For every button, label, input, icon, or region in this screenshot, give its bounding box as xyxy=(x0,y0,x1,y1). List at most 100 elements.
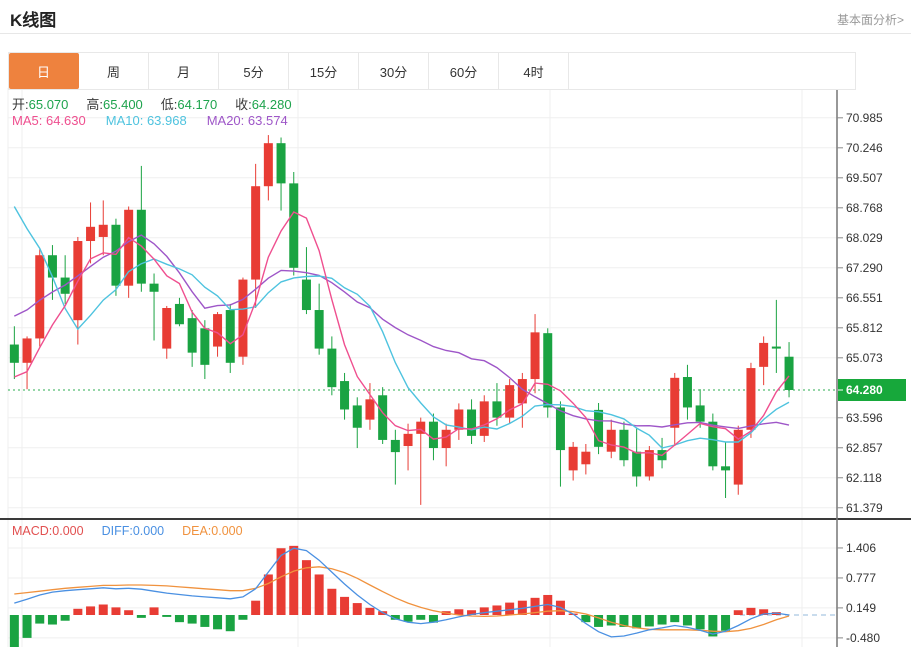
low-readout: 低:64.170 xyxy=(161,94,217,113)
candle xyxy=(416,418,425,505)
macd-bar xyxy=(175,615,184,622)
candle xyxy=(23,336,32,389)
candle xyxy=(61,255,70,304)
macd-bar xyxy=(23,615,32,638)
candle xyxy=(759,336,768,385)
tab-15分[interactable]: 15分 xyxy=(289,53,359,89)
macd-bar xyxy=(226,615,235,631)
candle xyxy=(213,312,222,357)
macd-bar xyxy=(188,615,197,624)
kline-chart[interactable]: 70.98570.24669.50768.76868.02967.29066.5… xyxy=(0,88,911,647)
candle xyxy=(518,373,527,428)
candle xyxy=(289,172,298,276)
candle xyxy=(467,399,476,444)
macd-legend: MACD:0.000 DIFF:0.000 DEA:0.000 xyxy=(12,524,243,538)
macd-bar xyxy=(213,615,222,629)
ma10-readout: MA10: 63.968 xyxy=(106,113,187,128)
tab-周[interactable]: 周 xyxy=(79,53,149,89)
candle xyxy=(162,306,171,359)
dea-readout: DEA:0.000 xyxy=(182,524,242,538)
axis-tick-label: -0.480 xyxy=(846,631,880,645)
axis-tick-label: 69.507 xyxy=(846,171,883,185)
macd-bar xyxy=(111,607,120,615)
ohlc-readout: 开:65.070 高:65.400 低:64.170 收:64.280 xyxy=(12,94,292,113)
axis-tick-label: 62.118 xyxy=(846,471,882,485)
candle xyxy=(581,444,590,474)
macd-bar xyxy=(73,609,82,615)
macd-pane xyxy=(10,546,836,647)
axis-tick-label: 0.777 xyxy=(846,571,876,585)
ma20-readout: MA20: 63.574 xyxy=(207,113,288,128)
axis-tick-label: 0.149 xyxy=(846,601,876,615)
close-value: 64.280 xyxy=(252,97,292,112)
macd-bar xyxy=(162,615,171,617)
candle xyxy=(772,300,781,373)
axis-tick-label: 70.985 xyxy=(846,111,883,125)
candle xyxy=(785,342,794,397)
ma20-value: 63.574 xyxy=(248,113,288,128)
tab-月[interactable]: 月 xyxy=(149,53,219,89)
candle xyxy=(150,273,159,340)
current-price-tag: 64.280 xyxy=(838,379,906,401)
macd-bar xyxy=(315,574,324,615)
macd-bar xyxy=(124,610,133,615)
candle xyxy=(708,414,717,471)
ma10-value: 63.968 xyxy=(147,113,187,128)
macd-bar xyxy=(10,615,19,647)
axis-tick-label: 66.551 xyxy=(846,291,883,305)
header-divider xyxy=(0,33,911,34)
macd-bar xyxy=(35,615,44,624)
tab-30分[interactable]: 30分 xyxy=(359,53,429,89)
dea-value: 0.000 xyxy=(211,524,242,538)
macd-bar xyxy=(721,615,730,631)
candle xyxy=(442,424,451,467)
candle xyxy=(10,326,19,379)
macd-readout: MACD:0.000 xyxy=(12,524,84,538)
candle xyxy=(454,403,463,440)
axis-tick-label: 68.768 xyxy=(846,201,883,215)
open-readout: 开:65.070 xyxy=(12,94,68,113)
axis-tick-label: 65.812 xyxy=(846,321,883,335)
ma5-label: MA5: xyxy=(12,113,42,128)
macd-bar xyxy=(327,589,336,615)
macd-bar xyxy=(365,608,374,615)
axis-tick-label: 1.406 xyxy=(846,541,876,555)
macd-bar xyxy=(277,548,286,615)
macd-bar xyxy=(264,574,273,615)
timeframe-tab-bar[interactable]: 日周月5分15分30分60分4时 xyxy=(8,52,856,90)
candle xyxy=(670,373,679,446)
macd-value: 0.000 xyxy=(52,524,83,538)
axis-tick-label: 67.290 xyxy=(846,261,883,275)
ma20-label: MA20: xyxy=(207,113,245,128)
close-label: 收: xyxy=(235,97,252,112)
candle xyxy=(264,135,273,200)
candle xyxy=(645,446,654,481)
macd-bar xyxy=(683,615,692,625)
axis-tick-label: 61.379 xyxy=(846,501,883,515)
candle xyxy=(721,442,730,498)
tab-日[interactable]: 日 xyxy=(9,53,79,89)
macd-bar xyxy=(150,607,159,615)
tab-5分[interactable]: 5分 xyxy=(219,53,289,89)
candle xyxy=(353,397,362,448)
candle xyxy=(340,373,349,420)
candle xyxy=(556,401,565,486)
ma5-value: 64.630 xyxy=(46,113,86,128)
macd-bar xyxy=(670,615,679,622)
candle xyxy=(226,304,235,373)
macd-bar xyxy=(61,615,70,621)
fundamental-analysis-link[interactable]: 基本面分析> xyxy=(837,11,904,28)
ma-legend: MA5: 64.630 MA10: 63.968 MA20: 63.574 xyxy=(12,113,288,128)
candle xyxy=(188,310,197,367)
candle xyxy=(175,298,184,326)
macd-bar xyxy=(137,615,146,618)
diff-value: 0.000 xyxy=(133,524,164,538)
macd-bar xyxy=(734,610,743,615)
candle xyxy=(531,314,540,393)
candle xyxy=(619,422,628,467)
kline-widget: K线图 基本面分析> 日周月5分15分30分60分4时 开:65.070 高:6… xyxy=(0,0,911,647)
tab-60分[interactable]: 60分 xyxy=(429,53,499,89)
tab-4时[interactable]: 4时 xyxy=(499,53,569,89)
open-value: 65.070 xyxy=(29,97,69,112)
macd-bar xyxy=(696,615,705,629)
